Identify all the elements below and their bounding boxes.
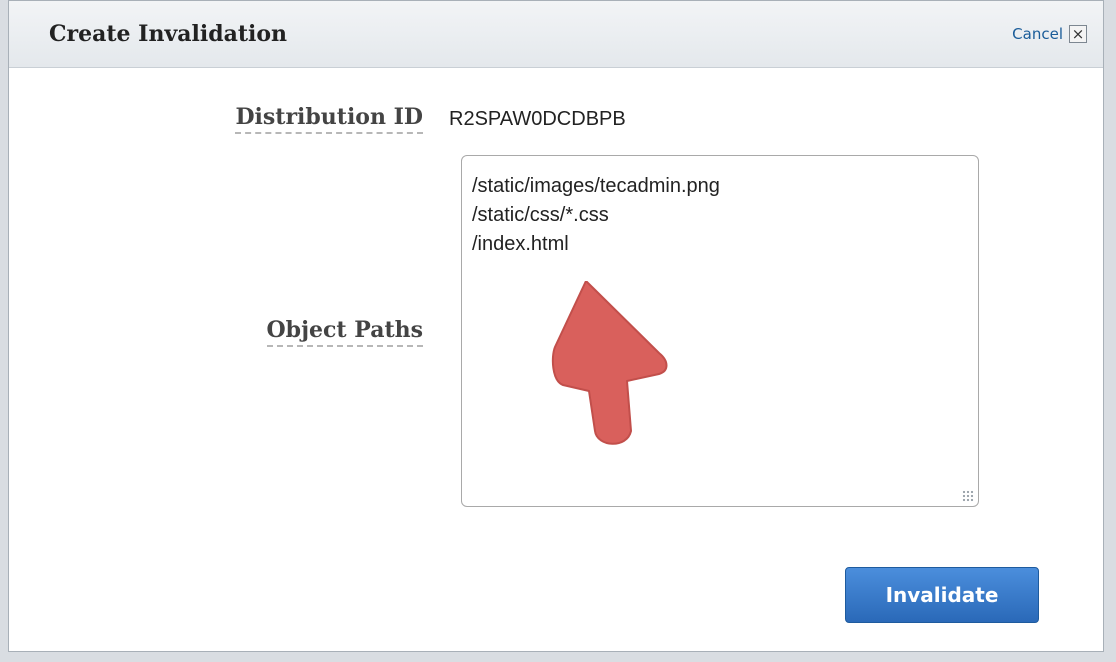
object-path-line: /static/images/tecadmin.png bbox=[472, 175, 720, 197]
dialog-title: Create Invalidation bbox=[49, 21, 288, 47]
invalidate-button[interactable]: Invalidate bbox=[845, 567, 1039, 623]
distribution-id-label: Distribution ID bbox=[235, 104, 423, 134]
object-path-line: /index.html bbox=[472, 233, 569, 255]
object-path-line: /static/css/*.css bbox=[472, 204, 609, 226]
create-invalidation-dialog: Create Invalidation Cancel × Distributio… bbox=[8, 0, 1104, 652]
dialog-header: Create Invalidation Cancel × bbox=[9, 1, 1103, 68]
cancel-link[interactable]: Cancel bbox=[1012, 25, 1063, 43]
cancel-control: Cancel × bbox=[1012, 25, 1087, 43]
object-paths-label: Object Paths bbox=[266, 317, 423, 347]
distribution-id-value: R2SPAW0DCDBPB bbox=[449, 108, 626, 130]
resize-grip-icon[interactable] bbox=[962, 490, 974, 502]
annotation-arrow-icon bbox=[551, 281, 668, 445]
close-icon[interactable]: × bbox=[1069, 25, 1087, 43]
object-paths-textarea[interactable]: /static/images/tecadmin.png /static/css/… bbox=[461, 155, 979, 507]
